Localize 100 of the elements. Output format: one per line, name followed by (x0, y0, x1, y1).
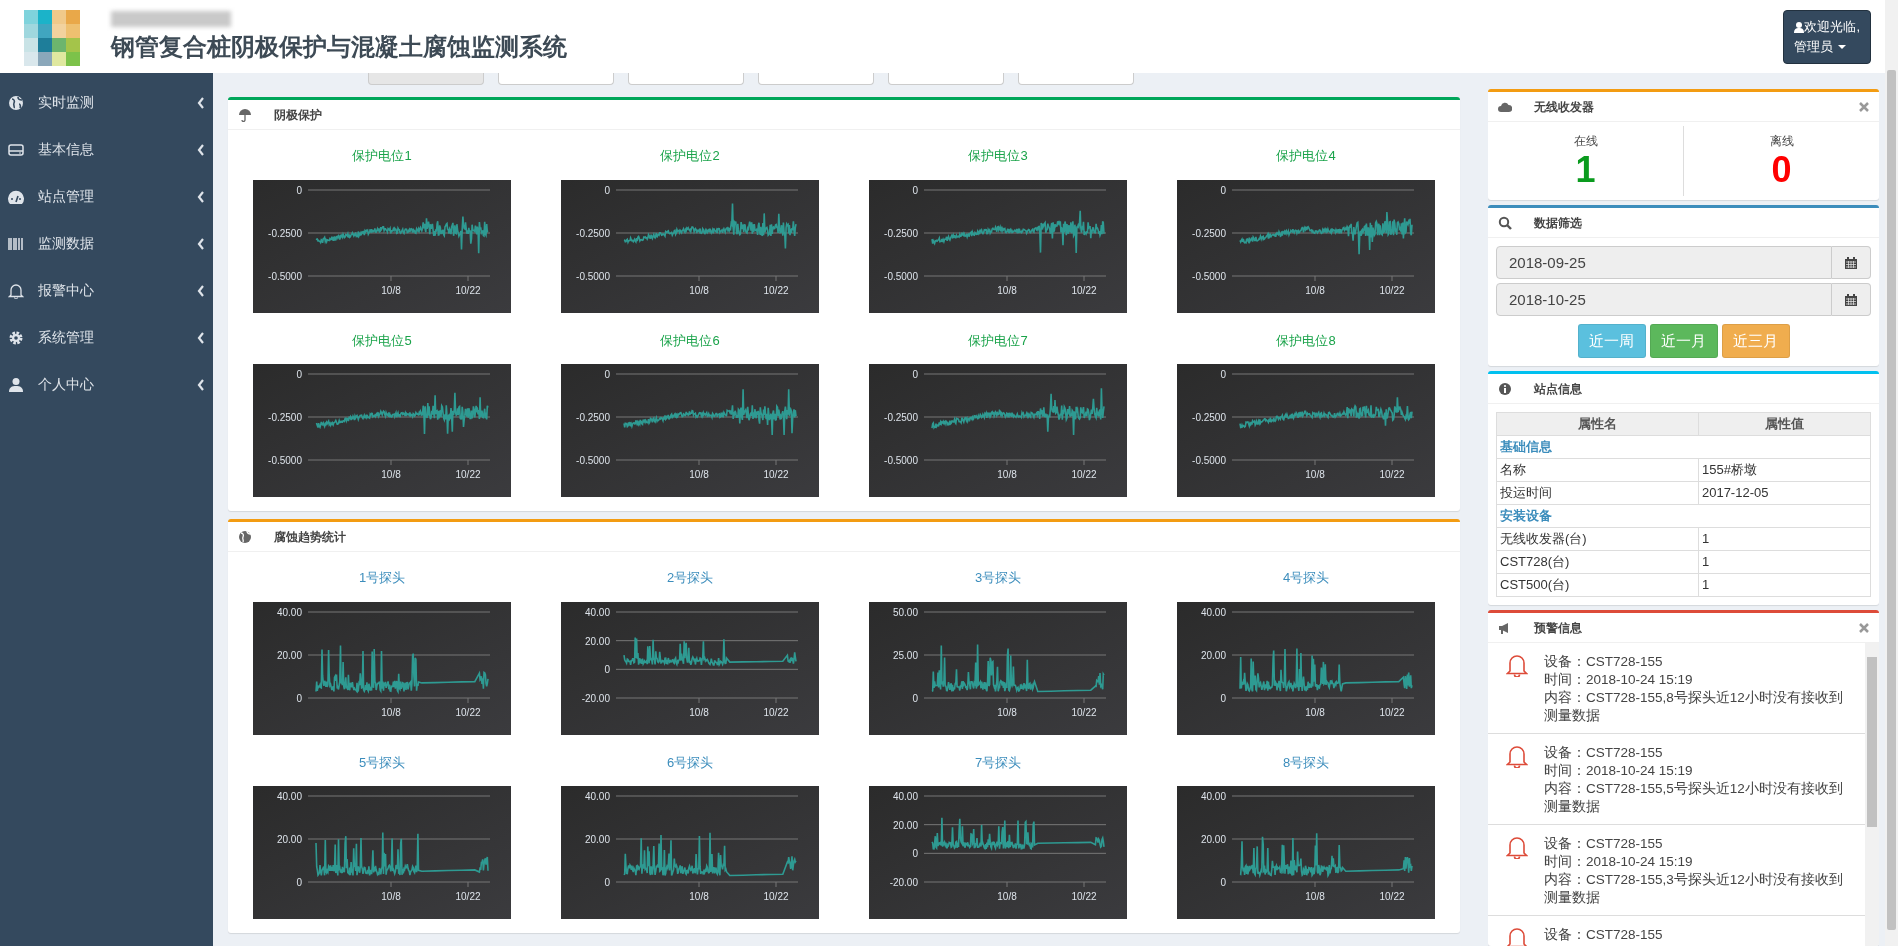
axis-label: 10/22 (763, 284, 789, 296)
info-icon (1498, 381, 1512, 396)
table-header: 属性值 (1698, 412, 1871, 436)
table-cell: 155#桥墩 (1698, 458, 1871, 482)
chart-title: 保护电位7 (968, 331, 1028, 350)
table-cell: 1 (1698, 527, 1871, 551)
axis-label: 20.00 (584, 635, 610, 647)
calendar-button[interactable] (1832, 246, 1871, 279)
bell-icon (8, 282, 24, 299)
axis-label: 10/8 (1305, 706, 1325, 718)
axis-label: 40.00 (276, 606, 302, 618)
chart-title: 6号探头 (666, 753, 714, 772)
tab[interactable] (368, 73, 484, 85)
user-menu-button[interactable]: 欢迎光临, 管理员 (1783, 9, 1871, 64)
sidebar-item[interactable]: 站点管理 (0, 173, 213, 220)
bell-icon (1506, 744, 1528, 768)
alert-text: 时间：2018-10-24 15:19 (1544, 762, 1694, 780)
axis-label: 0 (296, 877, 302, 888)
axis-label: 0 (604, 184, 610, 196)
chevron-left-icon (197, 284, 205, 297)
axis-label: -20.00 (889, 877, 918, 888)
axis-label: -0.2500 (268, 412, 302, 423)
tab[interactable] (498, 73, 614, 85)
close-icon[interactable] (1859, 622, 1869, 633)
axis-label: 0 (296, 692, 302, 704)
date-field[interactable]: 2018-09-25 (1496, 246, 1832, 279)
axis-label: 20.00 (276, 649, 302, 661)
chevron-left-icon (197, 331, 205, 344)
tab[interactable] (888, 73, 1004, 85)
axis-label: 10/22 (1071, 469, 1097, 480)
axis-label: 50.00 (892, 606, 918, 618)
axis-label: 10/22 (1071, 891, 1097, 902)
axis-label: 10/8 (997, 891, 1017, 902)
axis-label: 25.00 (892, 649, 918, 661)
axis-label: -0.5000 (576, 270, 610, 282)
axis-label: 10/22 (1379, 891, 1405, 902)
globe-icon (238, 529, 252, 544)
axis-label: -0.2500 (576, 227, 610, 239)
sidebar-item[interactable]: 实时监测 (0, 79, 213, 126)
sidebar-item[interactable]: 系统管理 (0, 314, 213, 361)
axis-label: 10/8 (689, 891, 709, 902)
axis-label: -0.5000 (1192, 455, 1226, 466)
alert-text: 设备：CST728-155 (1544, 653, 1664, 671)
axis-label: 0 (912, 692, 918, 704)
calendar-button[interactable] (1832, 283, 1871, 316)
tab[interactable] (628, 73, 744, 85)
chevron-left-icon (197, 143, 205, 156)
close-icon[interactable] (1859, 101, 1869, 112)
panel-title: 预警信息 (1534, 619, 1582, 637)
table-cell: CST500(台) (1496, 573, 1699, 597)
axis-label: 10/8 (997, 706, 1017, 718)
sidebar-item[interactable]: 基本信息 (0, 126, 213, 173)
sidebar-item[interactable]: 报警中心 (0, 267, 213, 314)
dashboard-icon (8, 188, 24, 205)
axis-label: 10/22 (455, 469, 481, 480)
axis-label: 0 (912, 848, 918, 860)
chart-title: 7号探头 (974, 753, 1022, 772)
calendar-icon (1845, 293, 1857, 306)
system-title: 钢管复合桩阴极保护与混凝土腐蚀监测系统 (111, 33, 567, 62)
axis-label: 10/8 (381, 706, 401, 718)
axis-label: 0 (1220, 692, 1226, 704)
sidebar-item[interactable]: 个人中心 (0, 361, 213, 408)
table-cell: 名称 (1496, 458, 1699, 482)
axis-label: -0.5000 (268, 455, 302, 466)
chart-title: 1号探头 (358, 569, 406, 587)
axis-label: 10/8 (689, 284, 709, 296)
tab[interactable] (1018, 73, 1134, 85)
axis-label: 10/8 (1305, 891, 1325, 902)
axis-label: -0.2500 (576, 412, 610, 423)
axis-label: 20.00 (1200, 649, 1226, 661)
calendar-icon (1845, 256, 1857, 269)
axis-label: 40.00 (892, 791, 918, 802)
panel-title: 阴极保护 (274, 106, 322, 124)
panel-title: 站点信息 (1534, 380, 1582, 398)
alert-text: 时间：2018-10-24 15:19 (1544, 853, 1694, 871)
axis-label: 20.00 (584, 834, 610, 845)
chart-title: 保护电位2 (660, 147, 720, 165)
bell-icon (1506, 835, 1528, 859)
stat-count: 1 (1574, 150, 1597, 190)
axis-label: 0 (604, 663, 610, 675)
chart-title: 保护电位8 (1276, 331, 1336, 350)
table-cell: 2017-12-05 (1698, 481, 1871, 505)
axis-label: 10/8 (689, 469, 709, 480)
axis-label: -0.5000 (268, 270, 302, 282)
date-field[interactable]: 2018-10-25 (1496, 283, 1832, 316)
axis-label: -0.5000 (884, 270, 918, 282)
table-group-heading: 安装设备 (1496, 504, 1871, 528)
axis-label: -0.2500 (1192, 412, 1226, 423)
tab[interactable] (758, 73, 874, 85)
axis-label: 10/8 (381, 284, 401, 296)
axis-label: 10/8 (1305, 469, 1325, 480)
chart-title: 3号探头 (974, 569, 1022, 587)
axis-label: 10/22 (455, 891, 481, 902)
axis-label: 0 (1220, 184, 1226, 196)
sidebar-item[interactable]: 监测数据 (0, 220, 213, 267)
axis-label: 10/22 (1379, 284, 1405, 296)
user-icon (1794, 21, 1805, 33)
axis-label: 10/8 (381, 891, 401, 902)
axis-label: 0 (296, 184, 302, 196)
panel-title: 腐蚀趋势统计 (274, 528, 346, 546)
